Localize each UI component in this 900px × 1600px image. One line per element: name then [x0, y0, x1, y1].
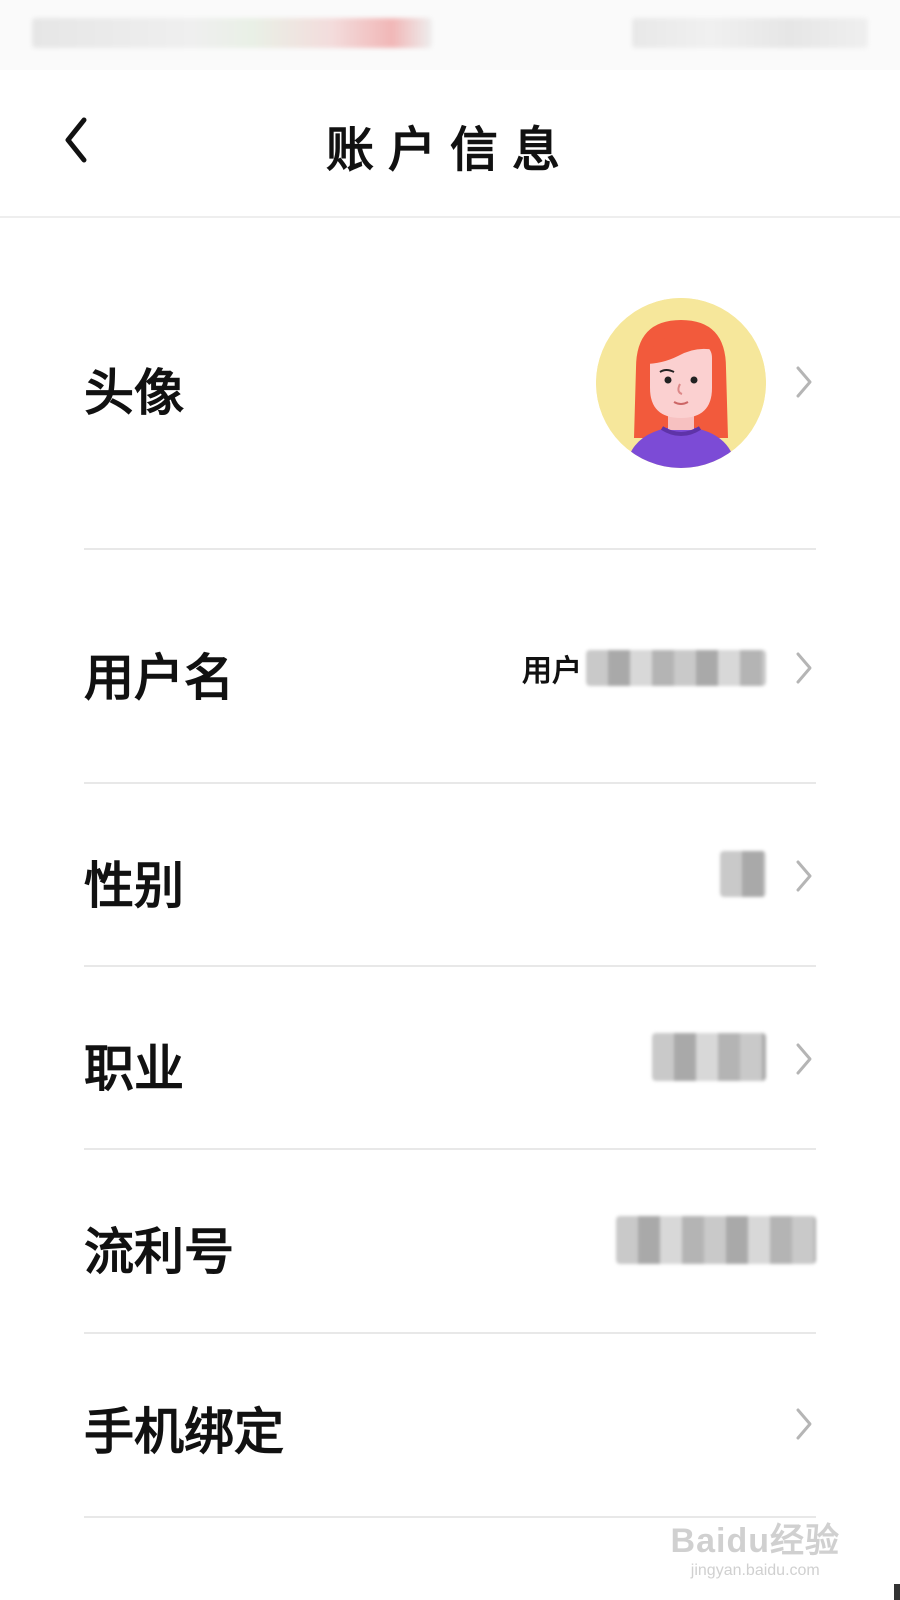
account-info-page: 账户信息 头像 用户名 用户 性别 职业 流利号 手机绑定 Baidu经验 ji…	[0, 0, 900, 1600]
username-value: 用户	[522, 648, 766, 689]
chevron-right-icon	[796, 652, 812, 684]
occupation-value-redacted	[652, 1033, 766, 1081]
chevron-right-icon	[796, 366, 812, 398]
status-bar	[0, 0, 900, 70]
gender-value-redacted	[720, 851, 766, 897]
baidu-jingyan-watermark: Baidu经验 jingyan.baidu.com	[671, 1513, 840, 1580]
liuli-id-value-redacted	[616, 1216, 816, 1264]
nav-header: 账户信息	[0, 80, 900, 218]
page-title: 账户信息	[325, 122, 574, 178]
chevron-right-icon	[796, 1043, 812, 1075]
status-bar-left-blurred	[32, 18, 432, 48]
gender-value	[720, 851, 766, 897]
row-avatar[interactable]: 头像	[84, 218, 816, 550]
username-value-redacted	[586, 650, 766, 686]
status-bar-right-blurred	[632, 18, 868, 48]
avatar[interactable]	[596, 298, 766, 468]
username-value-prefix: 用户	[522, 654, 582, 689]
row-liuli-id: 流利号	[84, 1150, 816, 1334]
row-gender-label: 性别	[84, 857, 184, 915]
row-occupation-label: 职业	[84, 1040, 184, 1098]
row-occupation[interactable]: 职业	[84, 967, 816, 1150]
chevron-right-icon	[796, 860, 812, 892]
row-avatar-label: 头像	[84, 364, 184, 422]
chevron-right-icon	[796, 1408, 812, 1440]
row-phone-binding[interactable]: 手机绑定	[84, 1334, 816, 1518]
row-phone-binding-label: 手机绑定	[84, 1403, 284, 1461]
row-username[interactable]: 用户名 用户	[84, 550, 816, 784]
watermark-url: jingyan.baidu.com	[690, 1562, 820, 1579]
liuli-id-value	[616, 1216, 816, 1264]
row-username-label: 用户名	[84, 649, 234, 707]
avatar-illustration	[596, 298, 766, 468]
occupation-value	[652, 1033, 766, 1081]
row-gender[interactable]: 性别	[84, 784, 816, 967]
row-liuli-id-label: 流利号	[84, 1223, 234, 1281]
scroll-indicator	[894, 1584, 900, 1600]
watermark-brand: Baidu经验	[670, 1522, 840, 1560]
